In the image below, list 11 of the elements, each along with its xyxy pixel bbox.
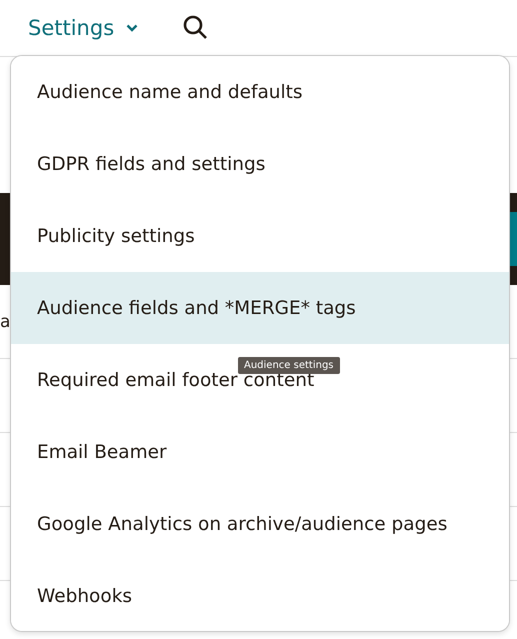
menu-item[interactable]: Audience name and defaults [11, 56, 509, 128]
chevron-down-icon [126, 24, 138, 32]
menu-item[interactable]: Google Analytics on archive/audience pages [11, 488, 509, 560]
menu-item[interactable]: Webhooks [11, 560, 509, 631]
menu-item[interactable]: Audience fields and *MERGE* tags [11, 272, 509, 344]
settings-dropdown[interactable]: Settings [28, 16, 138, 40]
menu-item[interactable]: Email Beamer [11, 416, 509, 488]
tooltip: Audience settings [238, 357, 340, 374]
row-text: a [0, 312, 10, 332]
menu-item[interactable]: Publicity settings [11, 200, 509, 272]
menu-item[interactable]: GDPR fields and settings [11, 128, 509, 200]
